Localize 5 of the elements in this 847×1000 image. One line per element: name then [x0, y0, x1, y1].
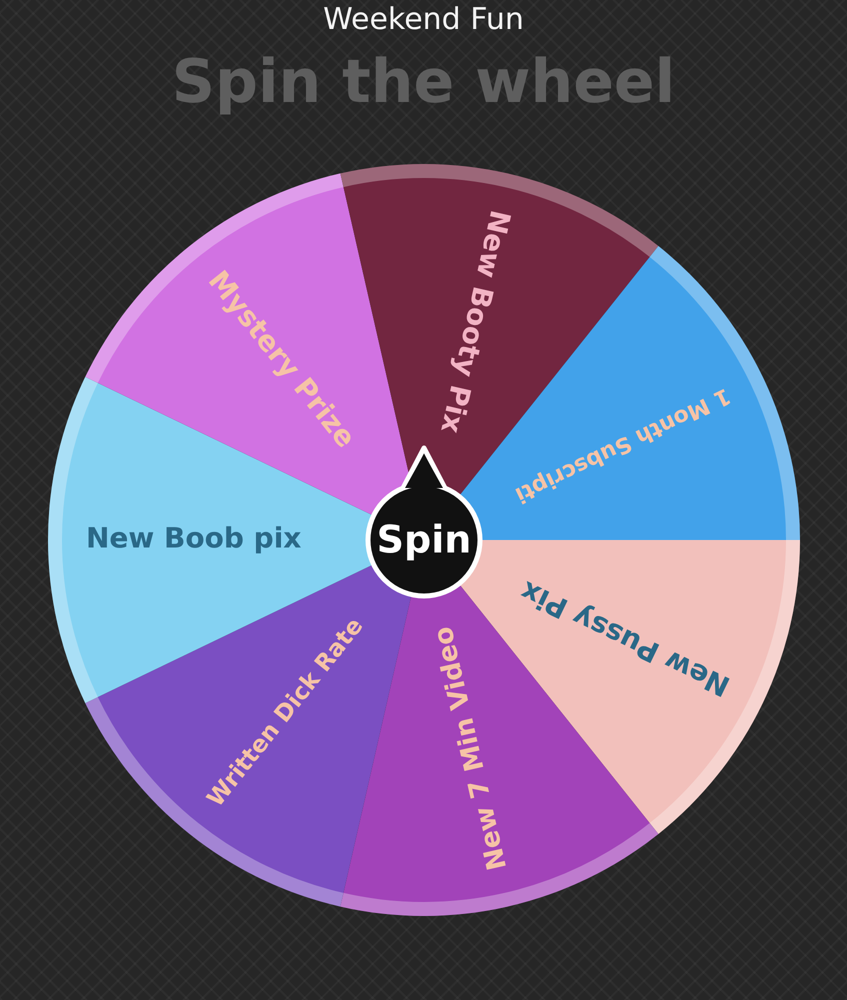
segment-label: New 7 Min Video [426, 624, 513, 874]
page-heading: Spin the wheel [172, 46, 676, 118]
segment-label: New Booty Pix [434, 207, 517, 436]
segment-label: New Boob pix [86, 522, 301, 555]
wheel-title: Weekend Fun [323, 2, 524, 38]
